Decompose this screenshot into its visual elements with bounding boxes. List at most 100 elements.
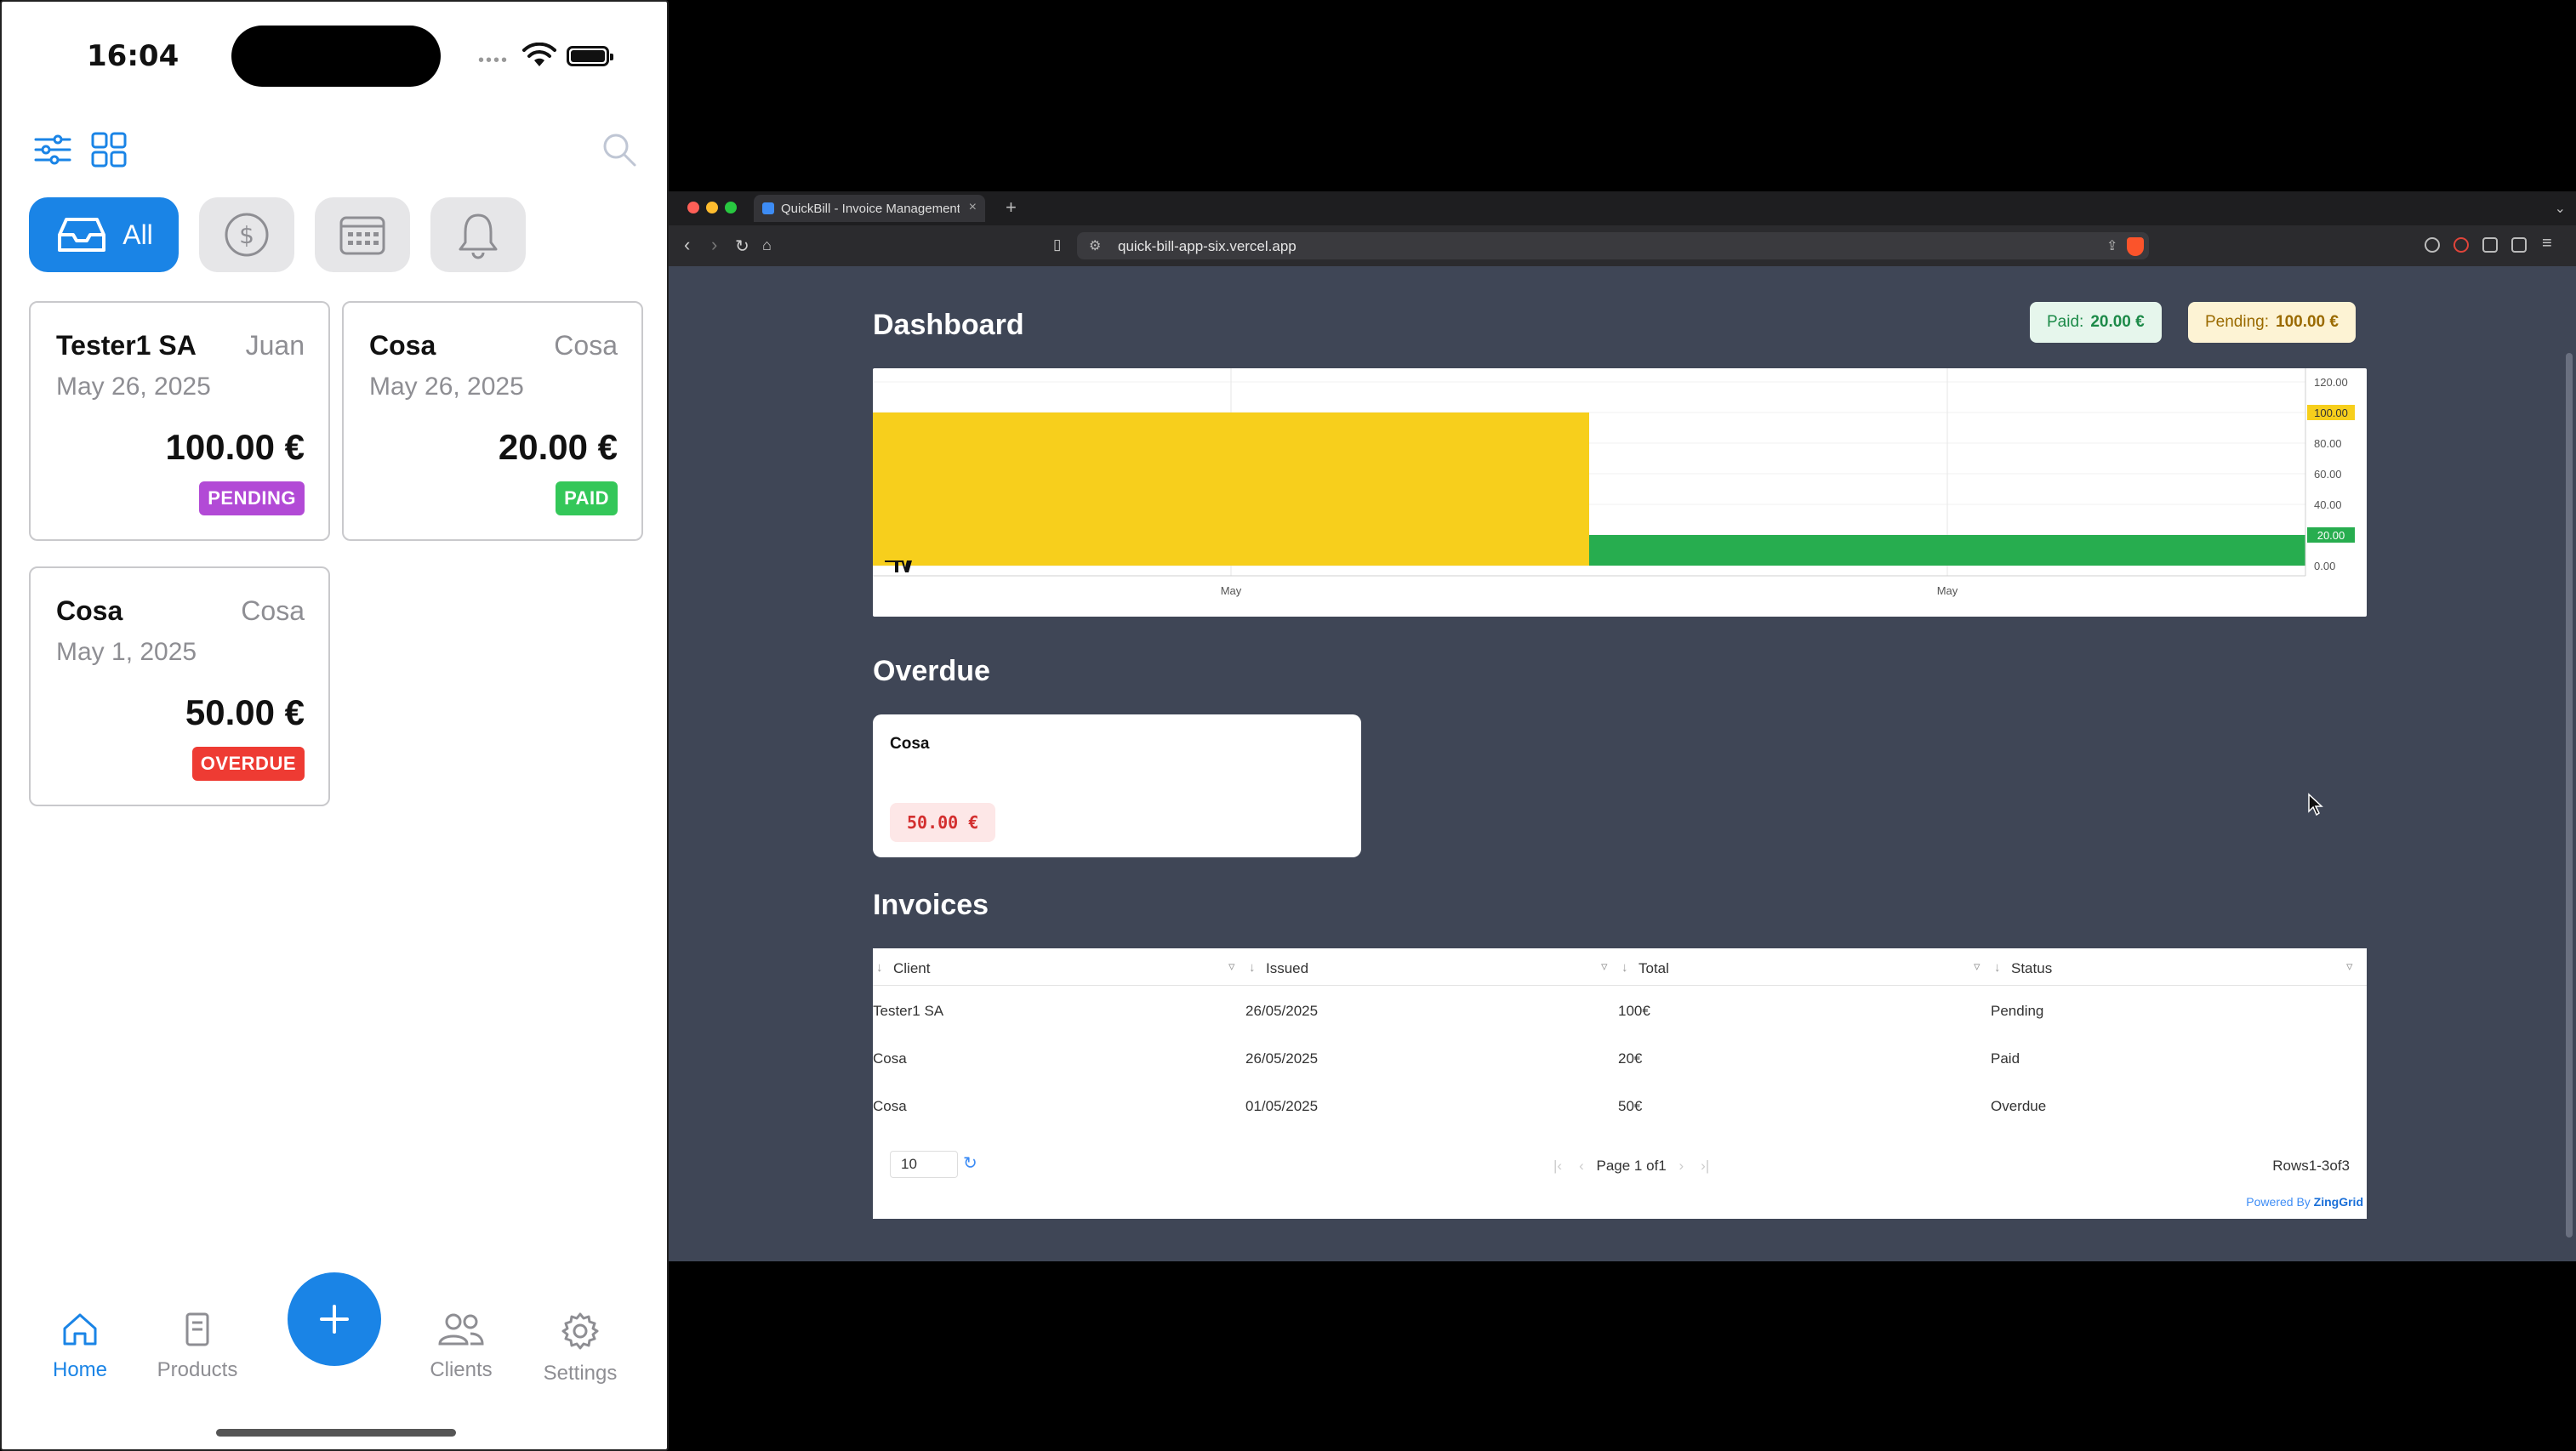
browser-tab[interactable]: QuickBill - Invoice Management × — [754, 195, 985, 222]
dashboard-title: Dashboard — [873, 309, 1024, 341]
cell-status: Paid — [1991, 1050, 2020, 1067]
invoice-date: May 26, 2025 — [56, 373, 211, 401]
filter-paid-chip[interactable]: $ — [199, 197, 294, 272]
page-number[interactable]: 1 — [1634, 1158, 1642, 1174]
forward-icon[interactable]: › — [711, 234, 717, 256]
cell-issued: 26/05/2025 — [1245, 1003, 1319, 1019]
filter-icon[interactable]: ▿ — [1601, 959, 1608, 974]
paid-summary-pill: Paid: 20.00 € — [2030, 302, 2162, 343]
page-of-label: of1 — [1646, 1158, 1667, 1174]
calendar-icon — [339, 216, 385, 255]
page-size-select[interactable]: 10 — [890, 1151, 958, 1178]
tab-products[interactable]: Products — [138, 1312, 257, 1382]
filter-overdue-chip[interactable] — [430, 197, 526, 272]
cell-client: Cosa — [873, 1098, 907, 1114]
invoice-client: Cosa — [369, 330, 436, 361]
bookmark-icon[interactable]: ▯ — [1053, 236, 1061, 253]
sort-icon[interactable]: ↓ — [1994, 960, 2001, 975]
menu-icon[interactable]: ≡ — [2542, 234, 2552, 253]
tab-home[interactable]: Home — [20, 1312, 140, 1382]
home-icon[interactable]: ⌂ — [762, 236, 772, 254]
cell-issued: 01/05/2025 — [1245, 1098, 1319, 1114]
table-row[interactable]: Tester1 SA 26/05/2025 100€ Pending — [873, 986, 2367, 1033]
site-settings-icon[interactable]: ⚙ — [1089, 237, 1101, 254]
filter-icon[interactable]: ▿ — [1228, 959, 1235, 974]
invoice-client: Cosa — [56, 595, 123, 626]
search-icon[interactable] — [599, 129, 640, 170]
maximize-window-button[interactable] — [725, 202, 737, 213]
first-page-icon[interactable]: |‹ — [1553, 1158, 1562, 1174]
filter-date-chip[interactable] — [315, 197, 410, 272]
paid-key: Paid: — [2047, 313, 2084, 331]
sort-icon[interactable]: ↓ — [1249, 960, 1256, 975]
powered-by: Powered By ZingGrid — [2246, 1195, 2363, 1209]
svg-text:$: $ — [239, 221, 254, 249]
new-tab-button[interactable]: + — [1006, 196, 1017, 219]
chart-bar — [1589, 535, 2305, 566]
page-scrollbar[interactable] — [2566, 353, 2573, 1238]
overdue-invoice-card[interactable]: Cosa 50.00 € — [873, 714, 1361, 857]
back-icon[interactable]: ‹ — [684, 234, 690, 256]
sidebar-icon[interactable] — [2511, 237, 2527, 253]
header-issued[interactable]: Issued — [1266, 960, 1308, 977]
status-badge: PENDING — [199, 481, 305, 515]
battery-icon — [567, 46, 613, 66]
invoices-grid: ↓ Client ▿ ↓ Issued ▿ ↓ Total ▿ ↓ Status… — [873, 948, 2367, 1219]
y-tick-label: 80.00 — [2314, 437, 2342, 450]
extensions-puzzle-icon[interactable] — [2482, 237, 2498, 253]
tab-clients[interactable]: Clients — [402, 1312, 521, 1382]
browser-window: QuickBill - Invoice Management × + ⌄ ‹ ›… — [669, 191, 2576, 1261]
overdue-title: Overdue — [873, 655, 990, 687]
address-bar[interactable]: ⚙ quick-bill-app-six.vercel.app ⇪ — [1077, 232, 2149, 259]
filter-icon[interactable]: ▿ — [2346, 959, 2353, 974]
share-icon[interactable]: ⇪ — [2106, 237, 2117, 254]
header-client[interactable]: Client — [893, 960, 930, 977]
price-marker-label: 100.00 — [2314, 407, 2348, 419]
chart-bar — [873, 413, 1589, 566]
home-icon — [63, 1313, 97, 1346]
brave-shield-icon[interactable] — [2127, 237, 2144, 256]
sort-icon[interactable]: ↓ — [876, 960, 883, 975]
grid-view-icon[interactable] — [88, 129, 129, 170]
document-icon — [185, 1312, 209, 1346]
browser-tab-title: QuickBill - Invoice Management — [781, 202, 960, 216]
filter-sliders-icon[interactable] — [32, 129, 73, 170]
close-window-button[interactable] — [687, 202, 699, 213]
invoice-amount: 100.00 € — [165, 427, 305, 467]
toolbar — [2, 121, 667, 180]
table-row[interactable]: Cosa 01/05/2025 50€ Overdue — [873, 1081, 2367, 1129]
reload-icon[interactable]: ↻ — [735, 236, 749, 257]
sort-icon[interactable]: ↓ — [1621, 960, 1628, 975]
extension-icon[interactable] — [2425, 237, 2440, 253]
rewards-icon[interactable] — [2453, 237, 2469, 253]
table-row[interactable]: Cosa 26/05/2025 20€ Paid — [873, 1033, 2367, 1081]
add-invoice-button[interactable] — [288, 1272, 381, 1366]
last-page-icon[interactable]: ›| — [1701, 1158, 1709, 1174]
filter-all-chip[interactable]: All — [29, 197, 179, 272]
phone-app: 16:04 •••• All $ Tester1 SA Juan May 26,… — [0, 0, 669, 1451]
status-badge: OVERDUE — [191, 747, 305, 781]
status-badge: PAID — [556, 481, 618, 515]
tab-settings[interactable]: Settings — [521, 1312, 640, 1386]
header-status[interactable]: Status — [2011, 960, 2052, 977]
minimize-window-button[interactable] — [706, 202, 718, 213]
header-total[interactable]: Total — [1638, 960, 1669, 977]
tab-list-chevron-icon[interactable]: ⌄ — [2555, 200, 2566, 217]
y-tick-label: 60.00 — [2314, 468, 2342, 481]
cell-issued: 26/05/2025 — [1245, 1050, 1319, 1067]
refresh-icon[interactable]: ↻ — [963, 1152, 977, 1174]
invoice-card[interactable]: Cosa Cosa May 1, 2025 50.00 € OVERDUE — [29, 566, 330, 806]
invoice-card[interactable]: Cosa Cosa May 26, 2025 20.00 € PAID — [342, 301, 643, 541]
bell-icon — [459, 213, 498, 259]
wifi-icon — [522, 43, 556, 66]
close-tab-icon[interactable]: × — [969, 200, 977, 215]
invoice-card[interactable]: Tester1 SA Juan May 26, 2025 100.00 € PE… — [29, 301, 330, 541]
prev-page-icon[interactable]: ‹ — [1579, 1158, 1584, 1174]
invoice-client: Tester1 SA — [56, 330, 197, 361]
y-tick-label: 40.00 — [2314, 498, 2342, 511]
invoice-contact: Cosa — [554, 330, 618, 361]
overdue-amount: 50.00 € — [890, 803, 996, 842]
filter-icon[interactable]: ▿ — [1974, 959, 1980, 974]
next-page-icon[interactable]: › — [1679, 1158, 1684, 1174]
pending-summary-pill: Pending: 100.00 € — [2188, 302, 2356, 343]
